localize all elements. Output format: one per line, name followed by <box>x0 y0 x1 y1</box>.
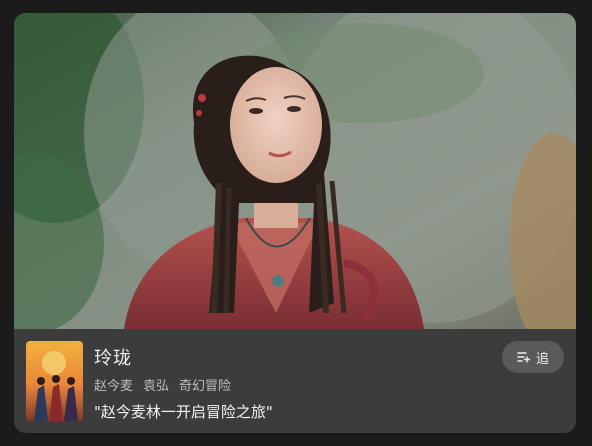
add-to-list-icon <box>517 351 531 363</box>
show-tags: 赵今麦 袁弘 奇幻冒险 <box>94 375 231 394</box>
show-title[interactable]: 玲珑 <box>94 344 132 370</box>
follow-button[interactable]: 追 <box>502 341 564 373</box>
show-description: "赵今麦林一开启冒险之旅" <box>94 403 273 421</box>
follow-label: 追 <box>535 351 549 367</box>
poster-image <box>26 341 83 421</box>
tag-cast-1[interactable]: 赵今麦 <box>94 375 133 394</box>
hero-image[interactable] <box>14 13 576 329</box>
tag-genre[interactable]: 奇幻冒险 <box>179 375 231 394</box>
poster-thumbnail[interactable] <box>26 341 83 421</box>
info-panel: 玲珑 赵今麦 袁弘 奇幻冒险 "赵今麦林一开启冒险之旅" 追 <box>14 329 576 433</box>
video-card[interactable]: 玲珑 赵今麦 袁弘 奇幻冒险 "赵今麦林一开启冒险之旅" 追 <box>14 13 576 433</box>
tag-cast-2[interactable]: 袁弘 <box>143 375 169 394</box>
hero-illustration <box>14 13 576 329</box>
